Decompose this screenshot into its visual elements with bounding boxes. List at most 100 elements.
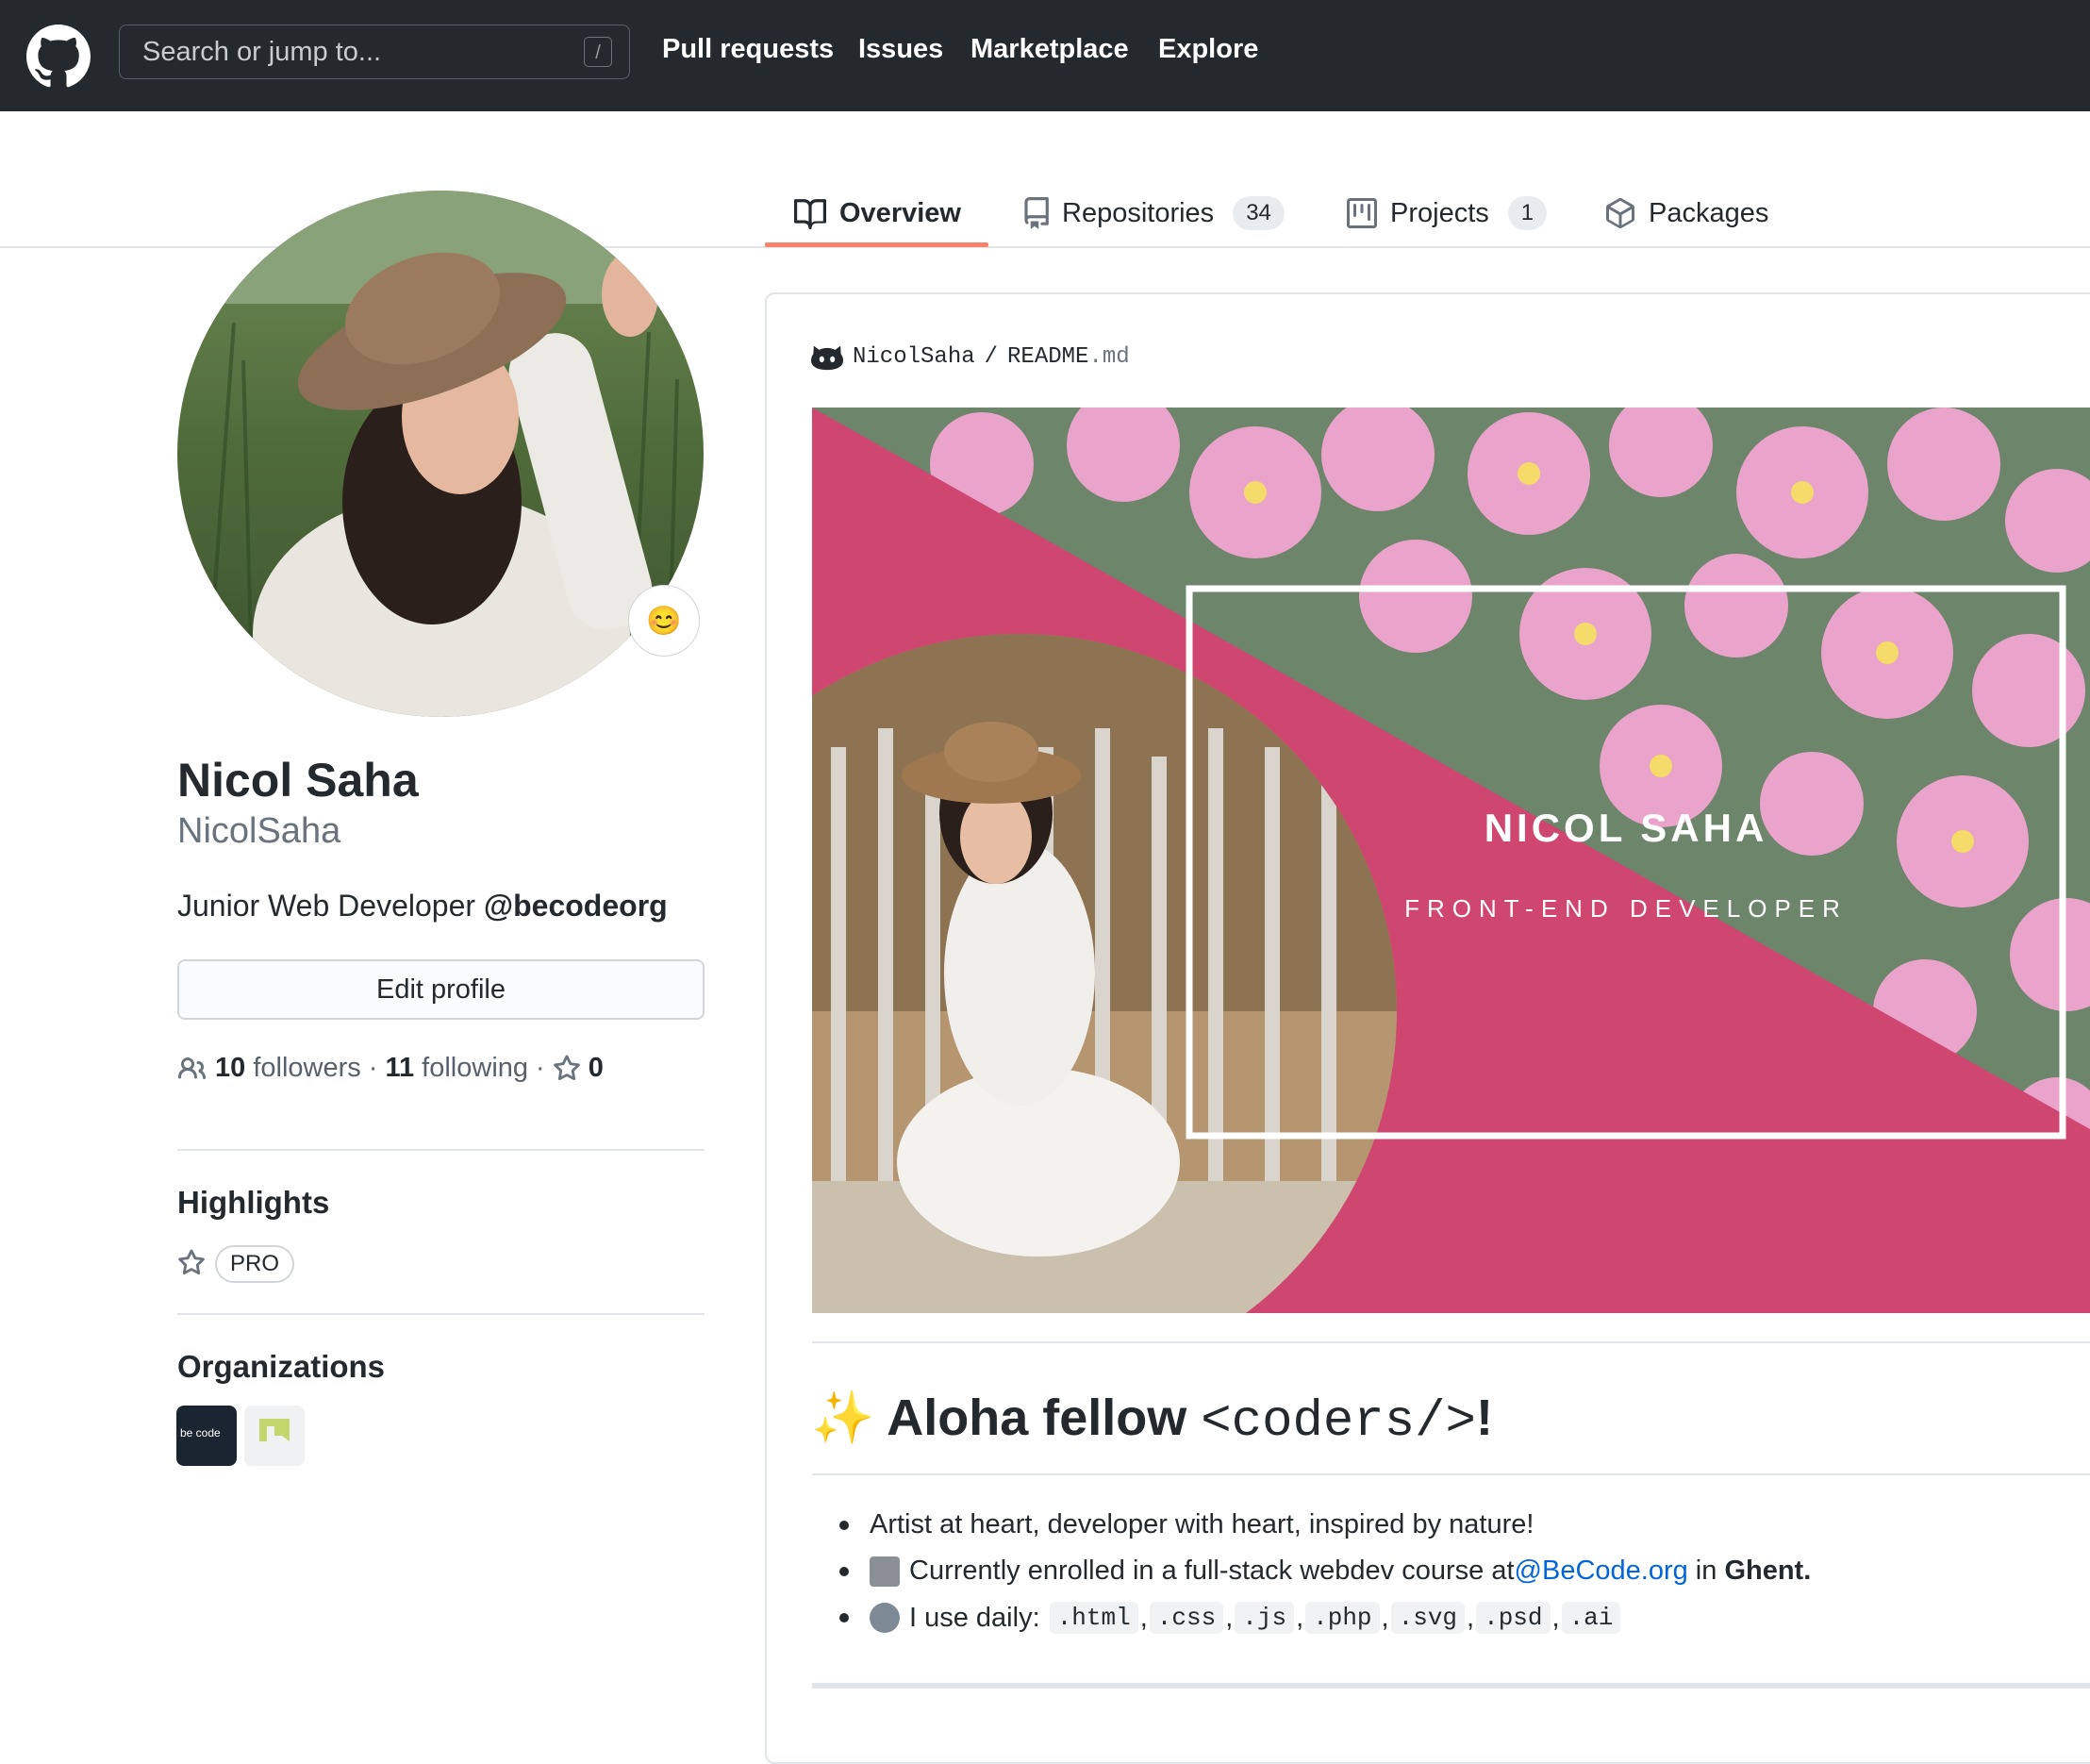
- org-logo-icon: [259, 1419, 290, 1441]
- nav-explore[interactable]: Explore: [1158, 34, 1258, 65]
- tab-projects[interactable]: Projects 1: [1347, 179, 1548, 247]
- heading-code: <coders/>: [1201, 1393, 1476, 1451]
- followers-link[interactable]: 10 followers: [215, 1053, 361, 1084]
- separator-dot: ·: [536, 1053, 545, 1083]
- heading-text: Aloha fellow: [887, 1390, 1202, 1446]
- tech-svg: .svg: [1390, 1602, 1466, 1634]
- book-icon: [794, 199, 826, 229]
- path-separator: /: [984, 343, 999, 370]
- stars-count: 0: [588, 1053, 604, 1083]
- comma: ,: [1139, 1602, 1148, 1633]
- gear-icon: [870, 1603, 900, 1633]
- search-box[interactable]: /: [119, 25, 630, 79]
- comma: ,: [1467, 1602, 1475, 1633]
- readme-path: NicolSaha / README.md: [811, 342, 1130, 371]
- people-icon: [177, 1057, 206, 1079]
- list-item: Artist at heart, developer with heart, i…: [839, 1509, 1534, 1540]
- becode-link[interactable]: @BeCode.org: [1515, 1556, 1688, 1587]
- office-building-icon: [870, 1556, 900, 1587]
- following-link[interactable]: 11 following: [385, 1053, 528, 1084]
- set-status-emoji-button[interactable]: 😊: [628, 585, 700, 657]
- tech-php: .php: [1305, 1602, 1380, 1634]
- organizations-heading: Organizations: [177, 1349, 386, 1384]
- tech-js: .js: [1235, 1602, 1295, 1634]
- tech-ai: .ai: [1561, 1602, 1621, 1634]
- pro-badge: PRO: [215, 1245, 295, 1283]
- nav-pull-requests[interactable]: Pull requests: [662, 34, 834, 65]
- followers-count: 10: [215, 1053, 246, 1083]
- nav-marketplace[interactable]: Marketplace: [970, 34, 1129, 65]
- repositories-count-badge: 34: [1233, 196, 1285, 230]
- edit-profile-button[interactable]: Edit profile: [177, 959, 705, 1020]
- tech-html: .html: [1049, 1602, 1138, 1634]
- github-logo-icon[interactable]: [26, 25, 91, 89]
- sparkles-icon: ✨: [811, 1390, 875, 1446]
- search-input[interactable]: [120, 25, 629, 78]
- project-board-icon: [1347, 198, 1377, 228]
- org-avatar-secondary[interactable]: [244, 1406, 305, 1466]
- profile-bio: Junior Web Developer @becodeorg: [177, 889, 668, 924]
- nav-issues[interactable]: Issues: [858, 34, 943, 65]
- comma: ,: [1381, 1602, 1389, 1633]
- tab-overview[interactable]: Overview: [794, 179, 961, 247]
- tab-repositories-label: Repositories: [1062, 197, 1215, 228]
- package-icon: [1606, 198, 1634, 228]
- banner-role-text: FRONT-END DEVELOPER: [1404, 894, 1848, 923]
- readme-file-ext: .md: [1088, 343, 1130, 370]
- tech-css: .css: [1149, 1602, 1224, 1634]
- city-text: Ghent.: [1724, 1556, 1812, 1586]
- list-item-text: Artist at heart, developer with heart, i…: [870, 1509, 1534, 1539]
- separator-dot: ·: [368, 1053, 378, 1083]
- list-item-text: in: [1687, 1556, 1725, 1586]
- bullet-dot: [839, 1566, 849, 1576]
- avatar[interactable]: [177, 191, 704, 717]
- profile-username: NicolSaha: [177, 811, 341, 851]
- readme-banner-image: NICOL SAHA FRONT-END DEVELOPER: [812, 408, 2090, 1313]
- star-icon: [178, 1249, 205, 1274]
- following-label: following: [422, 1053, 529, 1083]
- list-item: I use daily: .html, .css, .js, .php, .sv…: [839, 1602, 1622, 1634]
- top-navbar: / Pull requests Issues Marketplace Explo…: [0, 0, 2090, 111]
- followers-label: followers: [253, 1053, 361, 1083]
- octocat-icon: [811, 345, 843, 371]
- heading-suffix: !: [1475, 1390, 1493, 1446]
- profile-full-name: Nicol Saha: [177, 754, 419, 807]
- bullet-dot: [839, 1613, 849, 1623]
- tab-repositories[interactable]: Repositories 34: [1020, 179, 1285, 247]
- tab-overview-label: Overview: [839, 197, 961, 228]
- follow-stats: 10 followers · 11 following · 0: [177, 1053, 604, 1084]
- readme-bottom-rule: [812, 1683, 2090, 1689]
- list-item-text: Currently enrolled in a full-stack webde…: [909, 1556, 1515, 1586]
- bullet-dot: [839, 1520, 849, 1530]
- slash-shortcut-hint: /: [584, 37, 612, 67]
- bio-org-mention[interactable]: @becodeorg: [484, 889, 668, 923]
- following-count: 11: [385, 1053, 415, 1083]
- comma: ,: [1551, 1602, 1560, 1633]
- readme-file-link[interactable]: README.md: [1007, 344, 1130, 370]
- tab-packages-label: Packages: [1649, 197, 1769, 228]
- becode-logo-text: be code: [180, 1426, 221, 1439]
- stars-link[interactable]: 0: [553, 1053, 604, 1084]
- bio-text: Junior Web Developer: [177, 889, 484, 923]
- tab-projects-label: Projects: [1390, 197, 1489, 228]
- org-avatar-becode[interactable]: be code: [176, 1406, 237, 1466]
- smiley-icon: 😊: [646, 605, 682, 637]
- projects-count-badge: 1: [1507, 196, 1548, 230]
- sidebar-divider: [177, 1149, 705, 1151]
- tab-packages[interactable]: Packages: [1605, 179, 1768, 247]
- repo-icon: [1024, 197, 1049, 229]
- tech-psd: .psd: [1476, 1602, 1551, 1634]
- avatar-photo: [177, 191, 704, 717]
- readme-heading: ✨ Aloha fellow <coders/>!: [811, 1389, 1493, 1451]
- sidebar-divider: [177, 1313, 705, 1315]
- banner-name-text: NICOL SAHA: [1485, 806, 1768, 850]
- star-icon: [553, 1054, 580, 1080]
- readme-file-name: README: [1007, 343, 1089, 370]
- highlights-heading: Highlights: [177, 1185, 330, 1220]
- heading-divider: [812, 1473, 2090, 1475]
- list-item: Currently enrolled in a full-stack webde…: [839, 1556, 1811, 1587]
- banner-graphic: NICOL SAHA FRONT-END DEVELOPER: [812, 408, 2090, 1313]
- readme-owner-link[interactable]: NicolSaha: [853, 344, 975, 370]
- comma: ,: [1296, 1602, 1304, 1633]
- list-item-text: I use daily:: [909, 1602, 1048, 1633]
